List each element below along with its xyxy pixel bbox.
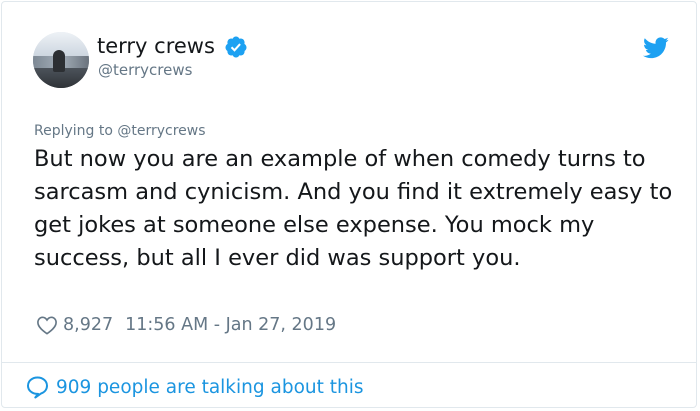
author-handle[interactable]: @terrycrews bbox=[98, 60, 192, 80]
replying-to[interactable]: Replying to @terrycrews bbox=[34, 121, 206, 141]
author-display-name[interactable]: terry crews bbox=[97, 32, 215, 60]
verified-badge-icon bbox=[225, 36, 247, 58]
tweet-card: terry crews @terrycrews Replying to @ter… bbox=[1, 1, 697, 408]
like-count[interactable]: 8,927 bbox=[63, 315, 113, 335]
tweet-timestamp[interactable]: 11:56 AM - Jan 27, 2019 bbox=[125, 315, 336, 335]
footer-divider bbox=[2, 362, 696, 363]
speech-bubble-icon bbox=[27, 376, 48, 399]
heart-icon[interactable] bbox=[36, 315, 58, 335]
tweet-text: But now you are an example of when comed… bbox=[34, 146, 673, 271]
tweet-meta: 8,927 11:56 AM - Jan 27, 2019 bbox=[36, 313, 336, 337]
avatar[interactable] bbox=[33, 32, 89, 88]
avatar-figure bbox=[53, 50, 65, 72]
talking-text[interactable]: 909 people are talking about this bbox=[56, 377, 364, 398]
talking-about-link[interactable]: 909 people are talking about this bbox=[25, 374, 364, 400]
twitter-bird-icon[interactable] bbox=[643, 37, 669, 59]
